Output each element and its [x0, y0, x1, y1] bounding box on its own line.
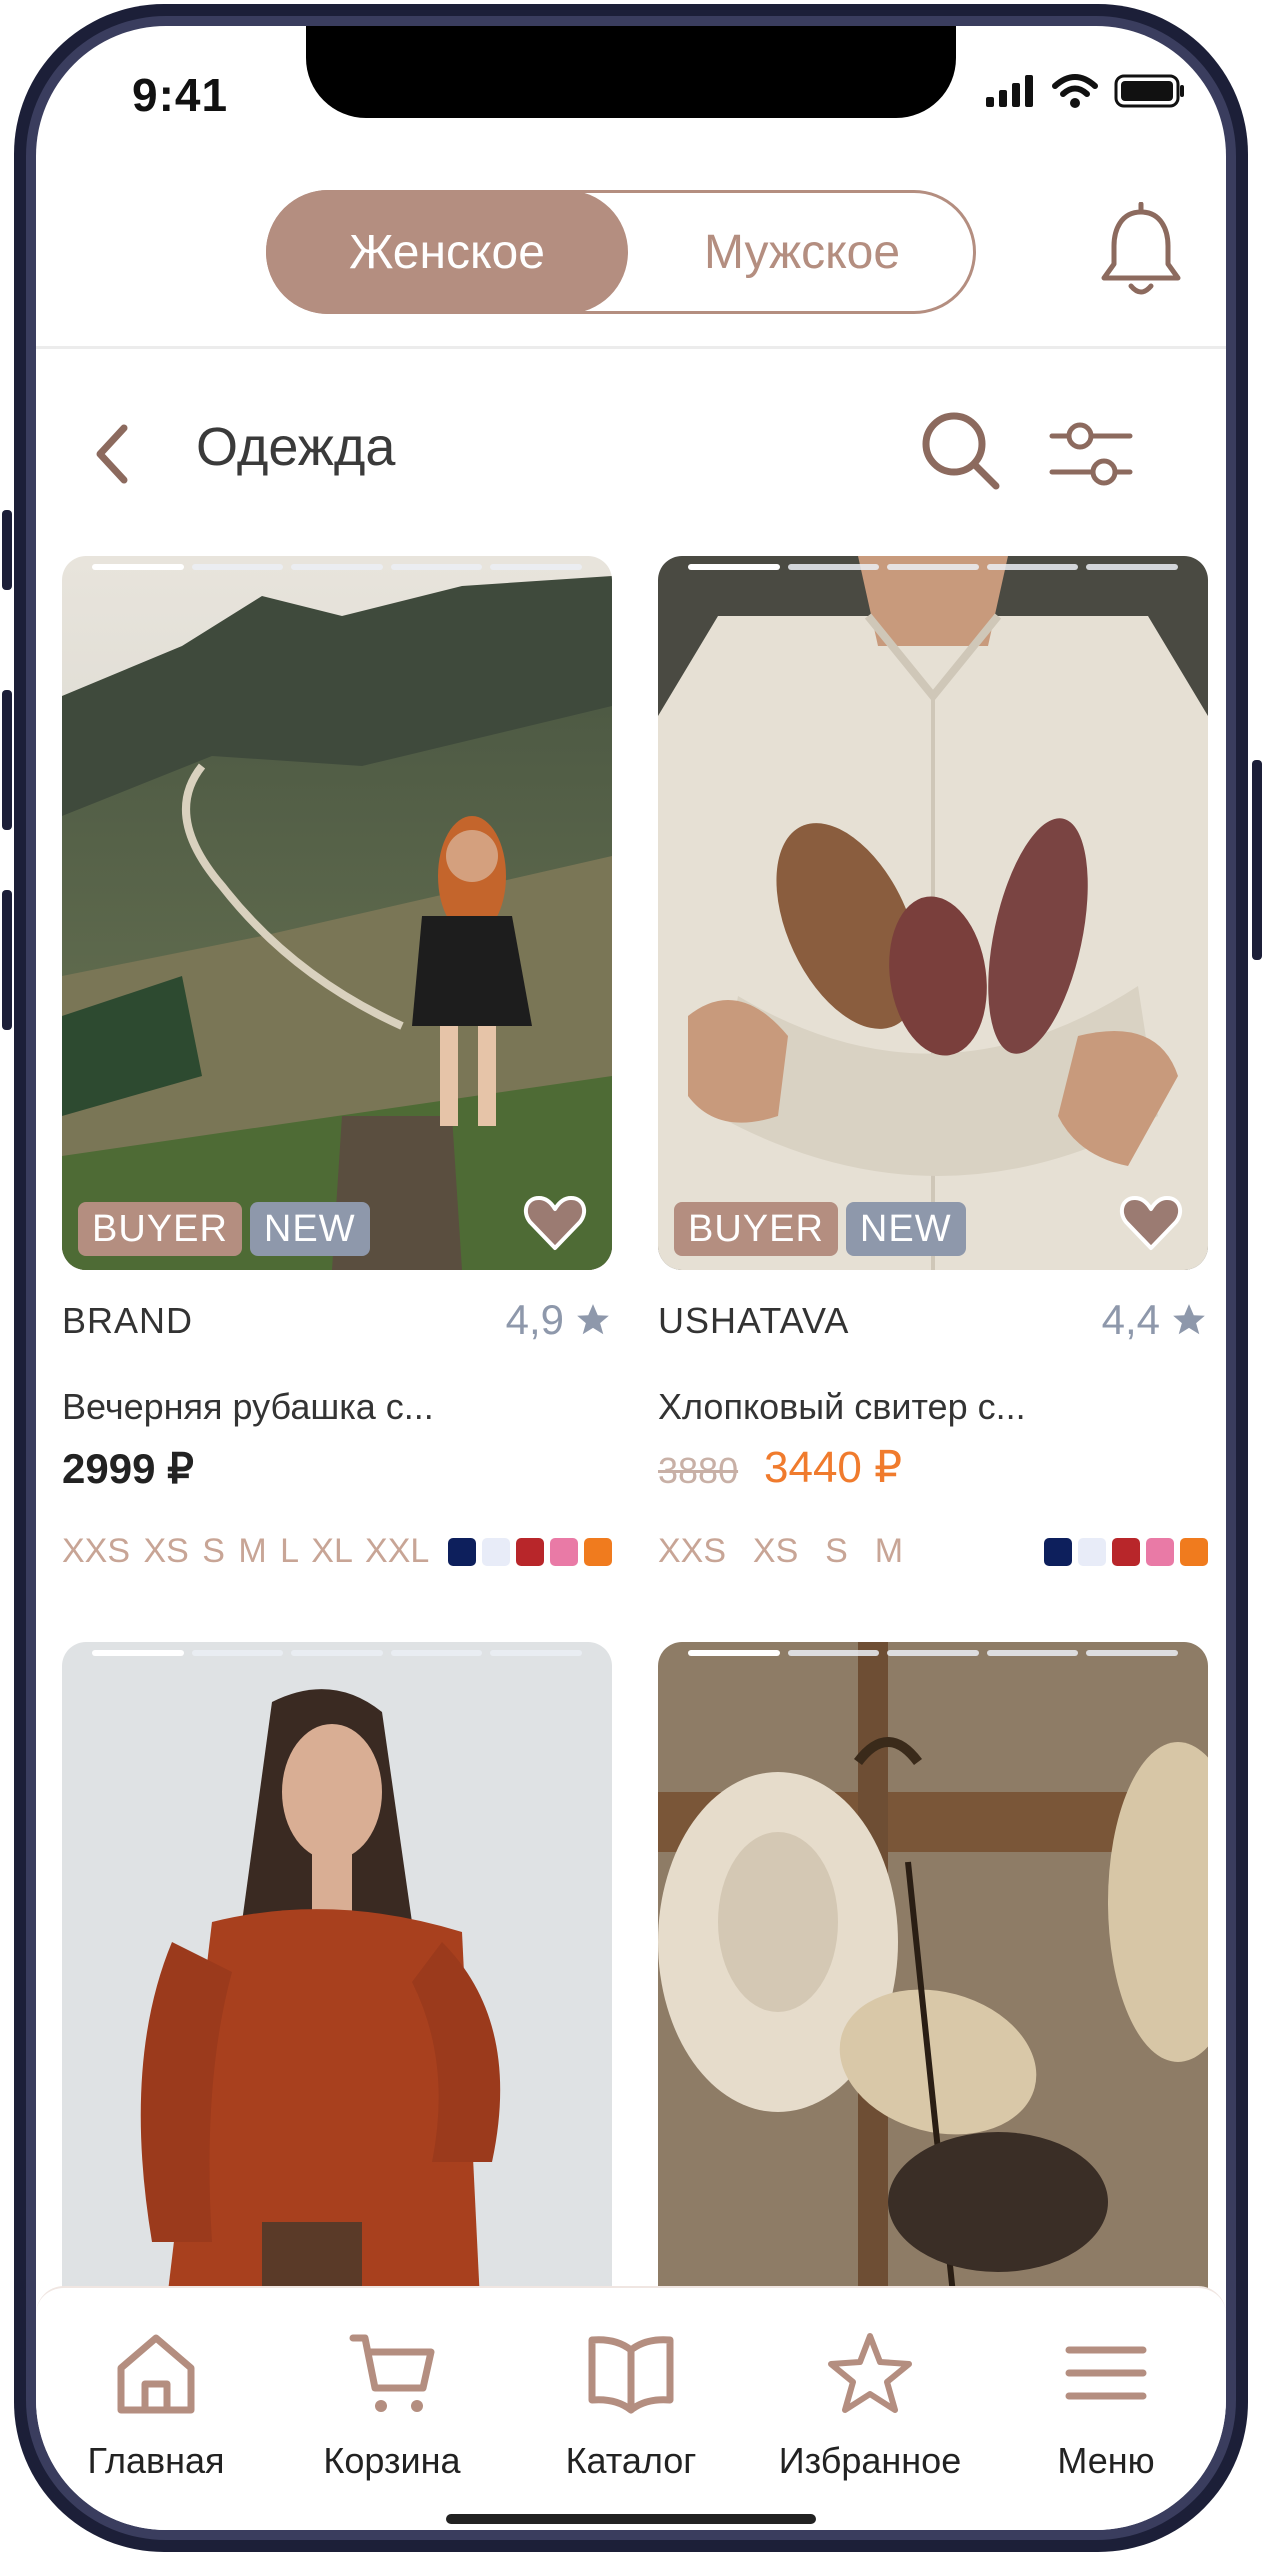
nav-item-home[interactable]: Главная: [36, 2328, 276, 2482]
gender-toggle: Женское Мужское: [266, 190, 976, 314]
color-swatches: [1044, 1538, 1208, 1566]
product-photo-image: [62, 1642, 612, 2342]
color-swatch[interactable]: [516, 1538, 544, 1566]
search-icon[interactable]: [916, 406, 1006, 496]
status-icons: [986, 74, 1186, 108]
photo-pager: [92, 564, 582, 570]
nav-label: Меню: [1057, 2440, 1155, 2481]
battery-icon: [1114, 74, 1184, 108]
star-icon: [828, 2333, 912, 2413]
heart-icon[interactable]: [1118, 1190, 1184, 1256]
product-sale-price: 3440 ₽: [764, 1443, 903, 1492]
filter-sliders-icon[interactable]: [1046, 414, 1136, 494]
color-swatch[interactable]: [482, 1538, 510, 1566]
cart-icon: [349, 2334, 435, 2412]
color-swatch[interactable]: [550, 1538, 578, 1566]
product-photo[interactable]: BUYER NEW: [658, 556, 1208, 1270]
volume-up-button: [2, 690, 12, 830]
product-brand: BRAND: [62, 1300, 194, 1341]
heart-icon[interactable]: [522, 1190, 588, 1256]
product-rating: 4,4: [1102, 1296, 1208, 1344]
home-indicator[interactable]: [446, 2514, 816, 2524]
color-swatches: [448, 1538, 612, 1566]
nav-item-menu[interactable]: Меню: [986, 2328, 1226, 2482]
menu-icon: [1065, 2346, 1147, 2400]
product-photo-image: [658, 1642, 1208, 2342]
volume-down-button: [2, 890, 12, 1030]
bell-icon[interactable]: [1096, 202, 1186, 302]
product-name[interactable]: Вечерняя рубашка с...: [62, 1386, 434, 1428]
product-photo[interactable]: [62, 1642, 612, 2342]
badge-new: NEW: [845, 1202, 966, 1256]
product-price: 2999 ₽: [62, 1445, 194, 1492]
back-chevron-icon[interactable]: [84, 414, 144, 494]
photo-pager: [688, 1650, 1178, 1656]
notch: [306, 26, 956, 118]
badge-group: BUYER NEW: [674, 1202, 966, 1256]
color-swatch[interactable]: [448, 1538, 476, 1566]
header-divider: [36, 346, 1226, 349]
home-icon: [117, 2334, 195, 2414]
product-old-price: 3880: [658, 1450, 739, 1491]
product-rating: 4,9: [506, 1296, 612, 1344]
product-name[interactable]: Хлопковый свитер с...: [658, 1386, 1026, 1428]
product-photo-image: [62, 556, 612, 1270]
color-swatch[interactable]: [584, 1538, 612, 1566]
product-brand: USHATAVA: [658, 1300, 850, 1341]
nav-item-cart[interactable]: Корзина: [272, 2328, 512, 2482]
signal-icon: [986, 75, 1033, 107]
book-icon: [588, 2336, 674, 2414]
power-button: [1252, 760, 1262, 960]
photo-pager: [92, 1650, 582, 1656]
badge-buyer: BUYER: [674, 1202, 838, 1256]
nav-label: Каталог: [565, 2440, 697, 2481]
screen: 9:41 Женское Мужское Одежда BUYER NEW BR…: [36, 26, 1226, 2530]
nav-label: Корзина: [323, 2440, 461, 2481]
color-swatch[interactable]: [1044, 1538, 1072, 1566]
star-rating-icon: [577, 1304, 609, 1335]
nav-label: Главная: [87, 2440, 225, 2481]
product-photo[interactable]: [658, 1642, 1208, 2342]
bottom-nav: Главная Корзина Каталог Избранное Меню: [36, 2286, 1226, 2530]
nav-item-favorites[interactable]: Избранное: [750, 2328, 990, 2482]
product-photo-image: [658, 556, 1208, 1270]
color-swatch[interactable]: [1146, 1538, 1174, 1566]
wifi-icon: [1052, 74, 1098, 108]
status-time: 9:41: [132, 69, 229, 121]
badge-group: BUYER NEW: [78, 1202, 370, 1256]
color-swatch[interactable]: [1112, 1538, 1140, 1566]
rating-value: 4,9: [505, 1296, 564, 1343]
color-swatch[interactable]: [1180, 1538, 1208, 1566]
color-swatch[interactable]: [1078, 1538, 1106, 1566]
product-sizes: XXS XS S M L XL XXL: [62, 1532, 430, 1570]
photo-pager: [688, 564, 1178, 570]
rating-value: 4,4: [1101, 1296, 1160, 1343]
tab-women[interactable]: Женское: [266, 190, 628, 314]
badge-buyer: BUYER: [78, 1202, 242, 1256]
badge-new: NEW: [249, 1202, 370, 1256]
nav-label: Избранное: [778, 2440, 962, 2481]
side-button: [2, 510, 12, 590]
page-title: Одежда: [196, 417, 396, 477]
nav-item-catalog[interactable]: Каталог: [511, 2328, 751, 2482]
star-rating-icon: [1173, 1304, 1205, 1335]
product-sizes: XXS XS S M: [658, 1532, 904, 1570]
tab-men[interactable]: Мужское: [631, 193, 973, 311]
product-photo[interactable]: BUYER NEW: [62, 556, 612, 1270]
